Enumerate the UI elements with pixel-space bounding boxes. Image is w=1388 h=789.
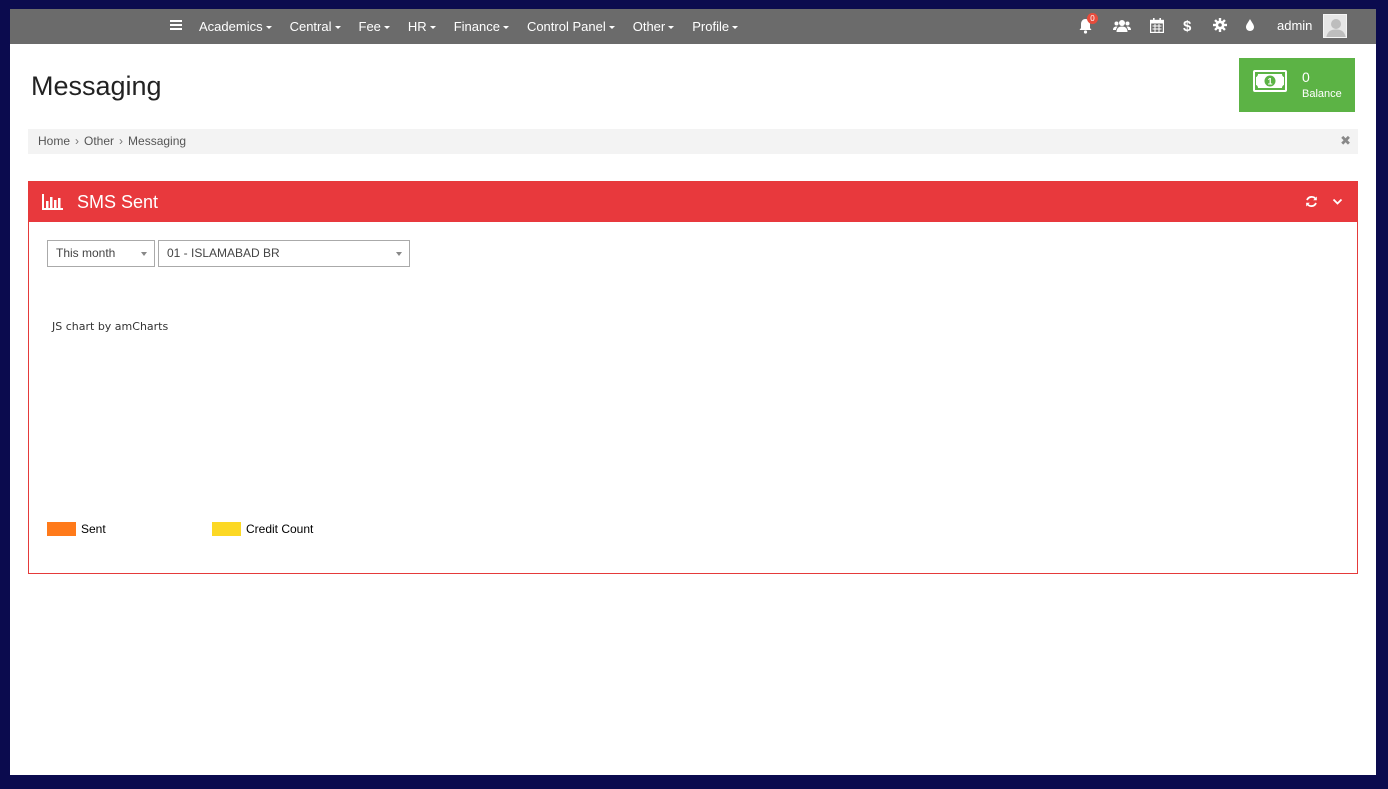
caret-down-icon [668,26,675,29]
nav-item-fee[interactable]: Fee [359,19,390,34]
panel-header: SMS Sent [29,182,1357,222]
nav-item-label: Central [289,19,332,34]
caret-down-icon [732,26,739,29]
nav-item-control-panel[interactable]: Control Panel [527,19,615,34]
refresh-icon[interactable] [1305,195,1318,208]
nav-item-academics[interactable]: Academics [199,19,272,34]
nav-item-label: Finance [453,19,500,34]
nav-item-finance[interactable]: Finance [454,19,509,34]
dollar-icon[interactable]: $ [1183,18,1195,35]
legend-swatch [212,522,241,536]
page-title: Messaging [31,71,162,101]
gear-icon[interactable] [1213,18,1228,35]
nav-item-central[interactable]: Central [290,19,341,34]
caret-down-icon [265,26,272,29]
panel-tools [1305,195,1343,208]
balance-widget: 1 0 Balance [1239,58,1355,112]
caret-down-icon [334,26,341,29]
top-navbar: Academics Central Fee HR Finance Control… [10,9,1376,44]
nav-item-label: Other [632,19,666,34]
breadcrumb-separator: › [119,134,124,148]
caret-down-icon [429,26,436,29]
breadcrumb-separator: › [75,134,80,148]
breadcrumb-other[interactable]: Other [84,134,114,148]
hamburger-icon[interactable] [170,20,182,31]
breadcrumb-home[interactable]: Home [38,134,70,148]
legend-swatch [47,522,76,536]
bar-chart-icon [42,194,63,210]
balance-label: Balance [1302,88,1342,100]
bell-icon[interactable]: 0 [1078,13,1098,35]
avatar[interactable] [1323,14,1347,38]
dropdown-arrow-icon [141,252,147,256]
legend-label: Credit Count [246,522,314,536]
notification-badge: 0 [1087,13,1098,24]
nav-item-other[interactable]: Other [633,19,675,34]
caret-down-icon [383,26,390,29]
nav-item-label: Control Panel [526,19,606,34]
legend-item-credit-count[interactable]: Credit Count [212,522,313,536]
nav-item-hr[interactable]: HR [408,19,436,34]
branch-select[interactable]: 01 - ISLAMABAD BR [158,240,410,267]
breadcrumb: Home › Other › Messaging ✖ [28,129,1358,154]
caret-down-icon [502,26,509,29]
svg-text:1: 1 [1267,77,1272,87]
legend-label: Sent [81,522,106,536]
nav-item-label: Profile [692,19,730,34]
breadcrumb-current: Messaging [128,134,187,148]
legend-item-sent[interactable]: Sent [47,522,106,536]
main-menu: Academics Central Fee HR Finance Control… [199,9,756,44]
branch-select-value: 01 - ISLAMABAD BR [167,246,280,260]
nav-item-label: HR [407,19,427,34]
nav-item-profile[interactable]: Profile [692,19,739,34]
dropdown-arrow-icon [396,252,402,256]
caret-down-icon [608,26,615,29]
users-icon[interactable] [1113,18,1131,35]
period-select-value: This month [56,246,116,260]
calendar-icon[interactable] [1149,18,1165,35]
balance-value: 0 [1302,69,1310,85]
period-select[interactable]: This month [47,240,155,267]
chevron-down-icon[interactable] [1332,195,1343,208]
panel-title: SMS Sent [77,192,159,212]
nav-item-label: Fee [358,19,381,34]
chart-credit-link[interactable]: JS chart by amCharts [52,320,168,333]
sms-sent-panel: SMS Sent This month 01 - ISLAMABAD BR JS… [28,181,1358,574]
droplet-icon[interactable] [1245,18,1255,35]
app-frame: Academics Central Fee HR Finance Control… [10,9,1376,775]
user-name[interactable]: admin [1277,18,1312,33]
nav-item-label: Academics [199,19,263,34]
close-icon[interactable]: ✖ [1340,129,1351,153]
money-bill-icon: 1 [1253,70,1287,92]
